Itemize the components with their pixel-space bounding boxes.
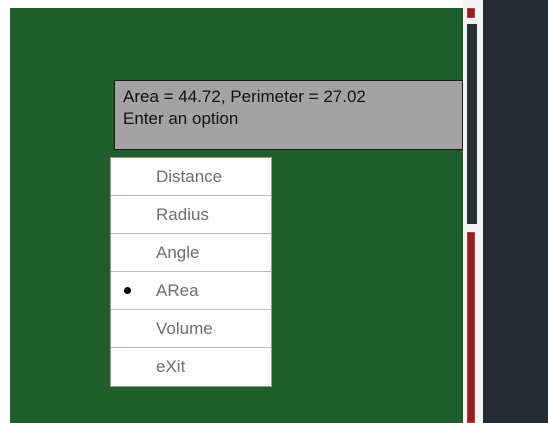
menu-item-label: eXit bbox=[156, 357, 186, 376]
scrollbar-marker-top bbox=[467, 8, 475, 18]
menu-item-label: Volume bbox=[156, 319, 213, 338]
side-panel bbox=[483, 0, 548, 423]
menu-item-label: ARea bbox=[156, 281, 199, 300]
prompt-text: Enter an option bbox=[123, 109, 239, 128]
menu-item-radius[interactable]: Radius bbox=[111, 196, 271, 234]
option-menu: Distance Radius Angle ARea Volume eXit bbox=[110, 157, 272, 387]
menu-item-exit[interactable]: eXit bbox=[111, 348, 271, 386]
scrollbar-marker-bottom bbox=[467, 232, 475, 423]
menu-item-label: Angle bbox=[156, 243, 200, 262]
menu-item-label: Radius bbox=[156, 205, 209, 224]
menu-item-distance[interactable]: Distance bbox=[111, 158, 271, 196]
menu-item-volume[interactable]: Volume bbox=[111, 310, 271, 348]
menu-item-area[interactable]: ARea bbox=[111, 272, 271, 310]
menu-item-label: Distance bbox=[156, 167, 223, 186]
scrollbar-thumb[interactable] bbox=[467, 24, 477, 224]
panel-divider bbox=[463, 0, 483, 423]
menu-item-angle[interactable]: Angle bbox=[111, 234, 271, 272]
measure-tooltip: Area = 44.72, Perimeter = 27.02 Enter an… bbox=[114, 80, 463, 150]
measure-result-text: Area = 44.72, Perimeter = 27.02 bbox=[123, 87, 366, 106]
bullet-icon bbox=[124, 287, 131, 294]
